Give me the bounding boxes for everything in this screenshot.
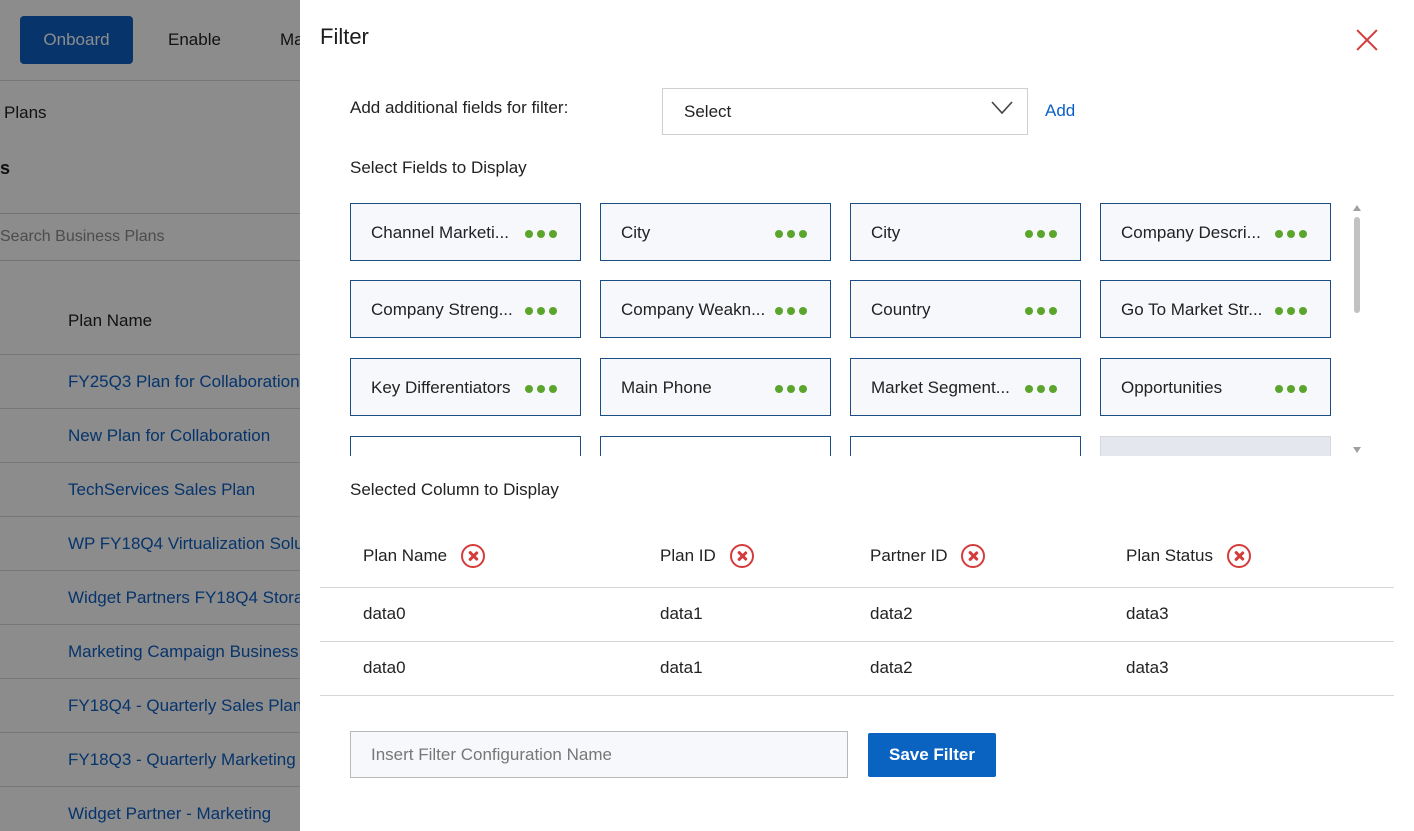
- table-header: Plan Name Plan ID Partner ID Plan Status: [320, 533, 1394, 588]
- filter-panel: Filter Add additional fields for filter:…: [300, 0, 1414, 831]
- table-cell: data0: [363, 604, 406, 623]
- add-fields-label: Add additional fields for filter:: [350, 98, 569, 117]
- fields-grid: Channel Marketi... City City Company Des…: [350, 203, 1340, 456]
- field-card[interactable]: Company Weakn...: [600, 280, 831, 338]
- field-name: City: [621, 223, 651, 242]
- field-card[interactable]: [850, 436, 1081, 456]
- more-icon[interactable]: [1275, 307, 1307, 315]
- selected-columns-label: Selected Column to Display: [350, 480, 559, 499]
- column-label: Plan Status: [1126, 546, 1213, 565]
- chevron-down-icon: [991, 101, 1013, 115]
- column-header: Plan Name: [363, 544, 486, 568]
- field-select-dropdown[interactable]: Select: [662, 88, 1028, 135]
- field-name: Company Streng...: [371, 300, 513, 319]
- scroll-down-arrow-icon[interactable]: [1353, 447, 1361, 453]
- filter-name-input[interactable]: [350, 731, 848, 778]
- field-name: Main Phone: [621, 378, 712, 397]
- more-icon[interactable]: [775, 385, 807, 393]
- field-name: Channel Marketi...: [371, 223, 509, 242]
- field-name: Company Descri...: [1121, 223, 1261, 242]
- fields-section-label: Select Fields to Display: [350, 158, 527, 177]
- scroll-thumb[interactable]: [1354, 217, 1360, 313]
- table-cell: data1: [660, 658, 703, 677]
- field-card[interactable]: [350, 436, 581, 456]
- field-name: Country: [871, 300, 931, 319]
- remove-column-icon[interactable]: [729, 544, 754, 568]
- more-icon[interactable]: [775, 307, 807, 315]
- table-cell: data2: [870, 658, 913, 677]
- scroll-up-arrow-icon[interactable]: [1353, 205, 1361, 211]
- more-icon[interactable]: [525, 230, 557, 238]
- field-card[interactable]: Opportunities: [1100, 358, 1331, 416]
- column-header: Partner ID: [870, 544, 986, 568]
- selected-columns-table: Plan Name Plan ID Partner ID Plan Status…: [320, 533, 1394, 696]
- select-value: Select: [684, 102, 732, 121]
- more-icon[interactable]: [525, 307, 557, 315]
- field-name: Go To Market Str...: [1121, 300, 1263, 319]
- field-card[interactable]: City: [850, 203, 1081, 261]
- field-name: Opportunities: [1121, 378, 1223, 397]
- close-icon[interactable]: [1355, 28, 1379, 52]
- field-name: Market Segment...: [871, 378, 1010, 397]
- field-card[interactable]: Channel Marketi...: [350, 203, 581, 261]
- more-icon[interactable]: [1025, 230, 1057, 238]
- field-card[interactable]: [1100, 436, 1331, 456]
- panel-title: Filter: [320, 24, 369, 49]
- more-icon[interactable]: [1025, 385, 1057, 393]
- more-icon[interactable]: [525, 385, 557, 393]
- table-cell: data1: [660, 604, 703, 623]
- remove-column-icon[interactable]: [961, 544, 986, 568]
- table-row: data0 data1 data2 data3: [320, 642, 1394, 696]
- field-card[interactable]: Market Segment...: [850, 358, 1081, 416]
- remove-column-icon[interactable]: [1226, 544, 1251, 568]
- field-card[interactable]: Company Descri...: [1100, 203, 1331, 261]
- field-name: Company Weakn...: [621, 300, 766, 319]
- column-label: Partner ID: [870, 546, 948, 565]
- field-card[interactable]: City: [600, 203, 831, 261]
- table-row: data0 data1 data2 data3: [320, 588, 1394, 642]
- column-header: Plan ID: [660, 544, 754, 568]
- remove-column-icon[interactable]: [461, 544, 486, 568]
- table-cell: data3: [1126, 658, 1169, 677]
- field-name: City: [871, 223, 901, 242]
- field-card[interactable]: Key Differentiators: [350, 358, 581, 416]
- more-icon[interactable]: [775, 230, 807, 238]
- table-cell: data2: [870, 604, 913, 623]
- field-card[interactable]: Country: [850, 280, 1081, 338]
- more-icon[interactable]: [1275, 385, 1307, 393]
- save-filter-button[interactable]: Save Filter: [868, 733, 996, 777]
- column-label: Plan Name: [363, 546, 448, 565]
- fields-scrollbar[interactable]: [1351, 203, 1363, 456]
- more-icon[interactable]: [1025, 307, 1057, 315]
- add-field-link[interactable]: Add: [1045, 101, 1075, 121]
- field-card[interactable]: Main Phone: [600, 358, 831, 416]
- column-header: Plan Status: [1126, 544, 1251, 568]
- table-cell: data0: [363, 658, 406, 677]
- field-card[interactable]: Go To Market Str...: [1100, 280, 1331, 338]
- field-name: Key Differentiators: [371, 378, 511, 397]
- field-card[interactable]: [600, 436, 831, 456]
- more-icon[interactable]: [1275, 230, 1307, 238]
- field-card[interactable]: Company Streng...: [350, 280, 581, 338]
- column-label: Plan ID: [660, 546, 716, 565]
- table-cell: data3: [1126, 604, 1169, 623]
